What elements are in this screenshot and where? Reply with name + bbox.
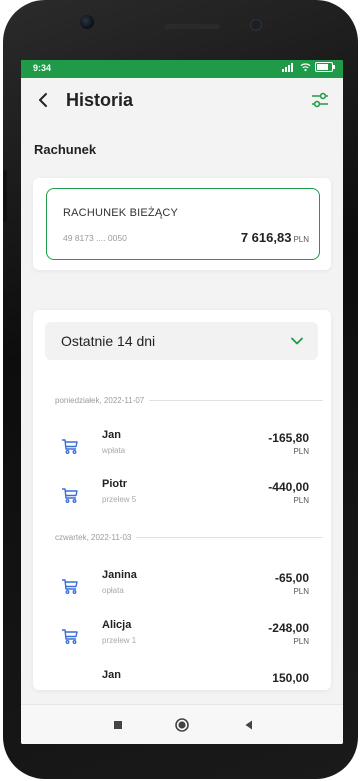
triangle-left-icon[interactable]	[241, 717, 257, 733]
date-label: czwartek, 2022-11-03	[55, 533, 132, 542]
transaction-row[interactable]: Janina opłata -65,00 PLN	[33, 567, 331, 607]
history-panel: Ostatnie 14 dni poniedziałek, 2022-11-07…	[33, 310, 331, 690]
app-screen: 9:34 Historia Rachunek RACHUNEK BIEŻĄCY …	[21, 60, 343, 744]
transaction-currency: PLN	[293, 447, 309, 456]
balance-currency: PLN	[293, 235, 309, 244]
transaction-description: opłata	[102, 586, 124, 595]
phone-frame: 9:34 Historia Rachunek RACHUNEK BIEŻĄCY …	[3, 0, 358, 779]
status-icons	[282, 62, 335, 72]
account-balance: 7 616,83 PLN	[241, 230, 309, 245]
date-separator: czwartek, 2022-11-03	[55, 533, 323, 542]
transaction-description: przelew 1	[102, 636, 137, 645]
account-name: RACHUNEK BIEŻĄCY	[63, 207, 179, 219]
square-icon[interactable]	[110, 717, 126, 733]
period-dropdown[interactable]: Ostatnie 14 dni	[45, 322, 318, 360]
transaction-amount: 150,00	[272, 671, 309, 685]
account-number: 49 8173 .... 0050	[63, 233, 127, 243]
volume-button	[3, 170, 7, 222]
transaction-description: wpłata	[102, 446, 126, 455]
transaction-row[interactable]: Alicja przelew 1 -248,00 PLN	[33, 617, 331, 657]
page-title: Historia	[66, 90, 134, 110]
cart-icon	[62, 579, 78, 594]
account-card[interactable]: RACHUNEK BIEŻĄCY 49 8173 .... 0050 7 616…	[46, 188, 320, 260]
transaction-row[interactable]: Jan wpłata -165,80 PLN	[33, 427, 331, 467]
balance-main: 7 616,	[240, 230, 277, 245]
app-header: Historia	[21, 78, 343, 128]
transaction-amount: -248,00	[268, 621, 309, 635]
transaction-name: Janina	[102, 569, 137, 581]
transaction-currency: PLN	[293, 587, 309, 596]
transaction-name: Jan	[102, 429, 121, 441]
power-button	[3, 292, 7, 330]
transaction-name: Jan	[102, 669, 121, 681]
transaction-row[interactable]: Piotr przelew 5 -440,00 PLN	[33, 476, 331, 516]
circle-icon[interactable]	[174, 717, 190, 733]
sensor	[272, 21, 278, 27]
filter-icon[interactable]	[309, 89, 331, 111]
balance-decimal: 83	[276, 230, 292, 245]
transaction-currency: PLN	[293, 496, 309, 505]
system-nav-bar	[21, 704, 343, 744]
status-bar: 9:34	[21, 60, 343, 78]
transaction-amount: -165,80	[268, 431, 309, 445]
bottom-bezel	[21, 744, 343, 774]
cart-icon	[62, 439, 78, 454]
chevron-down-icon	[291, 337, 303, 345]
wifi-icon	[300, 63, 311, 72]
transaction-amount: -440,00	[268, 480, 309, 494]
back-icon[interactable]	[32, 88, 56, 112]
battery-icon	[315, 62, 335, 72]
transaction-row[interactable]: Jan 150,00	[33, 667, 331, 690]
date-separator: poniedziałek, 2022-11-07	[55, 396, 323, 405]
cart-icon	[62, 629, 78, 644]
front-camera	[80, 15, 94, 29]
section-label: Rachunek	[34, 142, 97, 157]
top-bezel	[14, 10, 347, 66]
transaction-name: Alicja	[102, 619, 132, 631]
cart-icon	[62, 488, 78, 503]
transaction-description: przelew 5	[102, 495, 137, 504]
signal-icon	[282, 62, 296, 72]
sensor	[250, 19, 262, 31]
status-time: 9:34	[33, 63, 52, 73]
transaction-currency: PLN	[293, 637, 309, 646]
earpiece-speaker	[164, 24, 220, 29]
account-panel: RACHUNEK BIEŻĄCY 49 8173 .... 0050 7 616…	[33, 178, 331, 270]
transaction-amount: -65,00	[274, 571, 309, 585]
transaction-name: Piotr	[102, 478, 128, 490]
period-label: Ostatnie 14 dni	[61, 333, 156, 349]
date-label: poniedziałek, 2022-11-07	[55, 396, 145, 405]
